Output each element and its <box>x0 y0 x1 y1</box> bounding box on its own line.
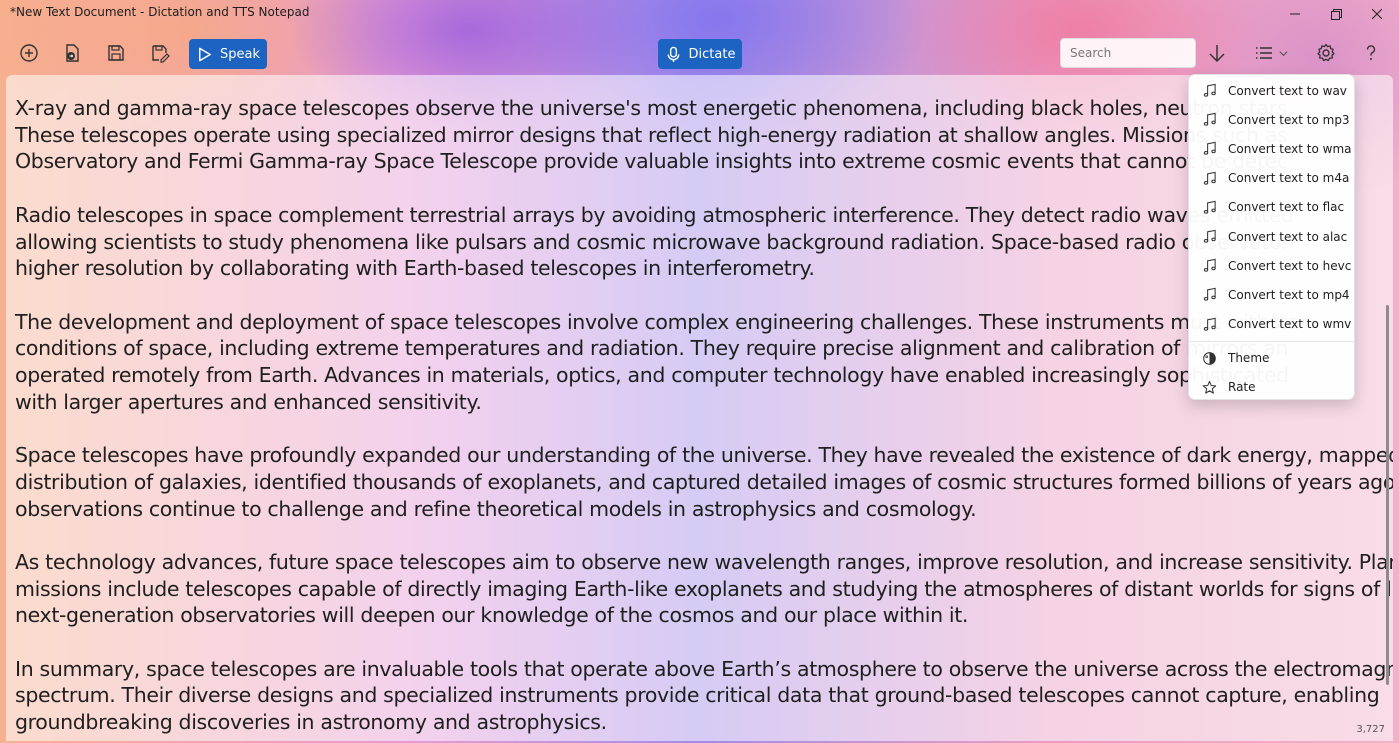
maximize-icon <box>1330 8 1342 20</box>
menu-item-label: Convert text to m4a <box>1228 171 1350 186</box>
minimize-icon <box>1290 13 1300 15</box>
text-line: X-ray and gamma-ray space telescopes obs… <box>15 96 1294 120</box>
paragraph: Radio telescopes in space complement ter… <box>15 202 1393 282</box>
document-text[interactable]: X-ray and gamma-ray space telescopes obs… <box>15 95 1393 741</box>
text-line: spectrum. Their diverse designs and spec… <box>15 683 1380 708</box>
menu-item-convert[interactable]: Convert text to wma <box>1189 134 1354 163</box>
menu-item-label: Rate <box>1228 380 1256 395</box>
text-line: The development and deployment of space … <box>15 309 1300 334</box>
music-note-icon <box>1203 229 1216 243</box>
text-line: As technology advances, future space tel… <box>15 549 1393 574</box>
menu-item-rate[interactable]: Rate <box>1189 373 1354 402</box>
menu-item-label: Convert text to wma <box>1228 141 1352 156</box>
download-button[interactable] <box>1202 38 1232 68</box>
dictate-label: Dictate <box>688 46 736 62</box>
question-mark-icon <box>1366 45 1376 60</box>
close-icon <box>1372 9 1382 19</box>
music-note-icon <box>1203 171 1216 185</box>
text-line: groundbreaking discoveries in astronomy … <box>15 710 607 735</box>
list-icon <box>1256 47 1272 59</box>
paragraph: X-ray and gamma-ray space telescopes obs… <box>15 95 1393 175</box>
menu-item-convert[interactable]: Convert text to hevc <box>1189 251 1354 280</box>
theme-icon <box>1203 351 1216 365</box>
music-note-icon <box>1203 288 1216 302</box>
text-editor[interactable]: X-ray and gamma-ray space telescopes obs… <box>6 75 1393 741</box>
text-line: next-generation observatories will deepe… <box>15 603 969 628</box>
vertical-scrollbar[interactable] <box>1386 305 1389 685</box>
settings-button[interactable] <box>1311 38 1341 68</box>
menu-item-convert[interactable]: Convert text to alac <box>1189 222 1354 251</box>
star-icon <box>1202 380 1217 394</box>
menu-item-theme[interactable]: Theme <box>1189 344 1354 373</box>
text-line: allowing scientists to study phenomena l… <box>15 229 1290 254</box>
music-note-icon <box>1203 83 1216 97</box>
paragraph: The development and deployment of space … <box>15 309 1393 416</box>
open-file-icon <box>66 44 79 62</box>
text-line: In summary, space telescopes are invalua… <box>15 656 1393 681</box>
music-note-icon <box>1203 142 1216 156</box>
more-menu-button[interactable] <box>1248 38 1294 68</box>
text-line: Observatory and Fermi Gamma-ray Space Te… <box>15 149 1288 174</box>
new-document-button[interactable] <box>14 38 44 68</box>
save-button[interactable] <box>101 38 131 68</box>
title-bar: *New Text Document - Dictation and TTS N… <box>0 0 1399 28</box>
toolbar: Speak Dictate <box>0 32 1399 74</box>
music-note-icon <box>1203 259 1216 272</box>
save-as-icon <box>152 45 170 63</box>
text-line: distribution of galaxies, identified tho… <box>15 469 1393 494</box>
microphone-icon <box>667 46 679 62</box>
save-as-button[interactable] <box>145 38 175 68</box>
menu-item-label: Convert text to mp3 <box>1228 112 1350 127</box>
text-line: These telescopes operate using specializ… <box>15 122 1288 147</box>
text-line: conditions of space, including extreme t… <box>15 336 1289 361</box>
menu-separator <box>1189 340 1354 342</box>
text-line: higher resolution by collaborating with … <box>15 256 815 281</box>
text-line: operated remotely from Earth. Advances i… <box>15 363 1289 387</box>
paragraph: As technology advances, future space tel… <box>15 549 1393 629</box>
menu-item-label: Convert text to mp4 <box>1228 287 1350 302</box>
menu-item-convert[interactable]: Convert text to mp4 <box>1189 280 1354 309</box>
text-line: missions include telescopes capable of d… <box>15 576 1393 601</box>
maximize-button[interactable] <box>1314 2 1358 26</box>
menu-item-label: Convert text to flac <box>1228 200 1345 215</box>
gear-icon <box>1317 43 1335 62</box>
arrow-down-icon <box>1209 45 1225 63</box>
add-circle-icon <box>20 44 38 62</box>
menu-item-convert[interactable]: Convert text to m4a <box>1189 164 1354 193</box>
music-note-icon <box>1203 200 1216 214</box>
text-line: Space telescopes have profoundly expande… <box>15 443 1393 468</box>
menu-item-convert[interactable]: Convert text to mp3 <box>1189 105 1354 134</box>
character-count: 3,727 <box>1356 724 1385 735</box>
minimize-button[interactable] <box>1273 2 1317 26</box>
window-title: *New Text Document - Dictation and TTS N… <box>10 5 310 19</box>
menu-item-convert[interactable]: Convert text to wav <box>1189 76 1354 105</box>
chevron-down-icon <box>1279 50 1288 56</box>
speak-label: Speak <box>220 46 260 62</box>
paragraph: In summary, space telescopes are invalua… <box>15 656 1393 736</box>
save-icon <box>108 45 124 61</box>
help-button[interactable] <box>1356 38 1386 68</box>
open-file-button[interactable] <box>57 38 87 68</box>
menu-item-convert[interactable]: Convert text to wmv <box>1189 310 1354 339</box>
menu-item-convert[interactable]: Convert text to flac <box>1189 193 1354 222</box>
close-button[interactable] <box>1355 2 1399 26</box>
speak-button[interactable]: Speak <box>189 39 267 69</box>
paragraph: Space telescopes have profoundly expande… <box>15 442 1393 522</box>
menu-item-label: Theme <box>1228 351 1270 366</box>
menu-item-label: Convert text to alac <box>1228 229 1348 244</box>
text-line: Radio telescopes in space complement ter… <box>15 202 1294 227</box>
search-input[interactable] <box>1060 38 1196 68</box>
more-options-menu: Convert text to wav Convert text to mp3 Co… <box>1188 74 1355 400</box>
text-line: observations continue to challenge and r… <box>15 496 977 521</box>
play-icon <box>199 47 211 61</box>
menu-item-label: Convert text to wav <box>1228 83 1347 98</box>
menu-item-label: Convert text to wmv <box>1228 317 1352 332</box>
dictate-button[interactable]: Dictate <box>658 39 742 69</box>
text-line: with larger apertures and enhanced sensi… <box>15 389 482 414</box>
music-note-icon <box>1203 317 1216 331</box>
menu-item-label: Convert text to hevc <box>1228 258 1352 273</box>
music-note-icon <box>1203 113 1216 126</box>
